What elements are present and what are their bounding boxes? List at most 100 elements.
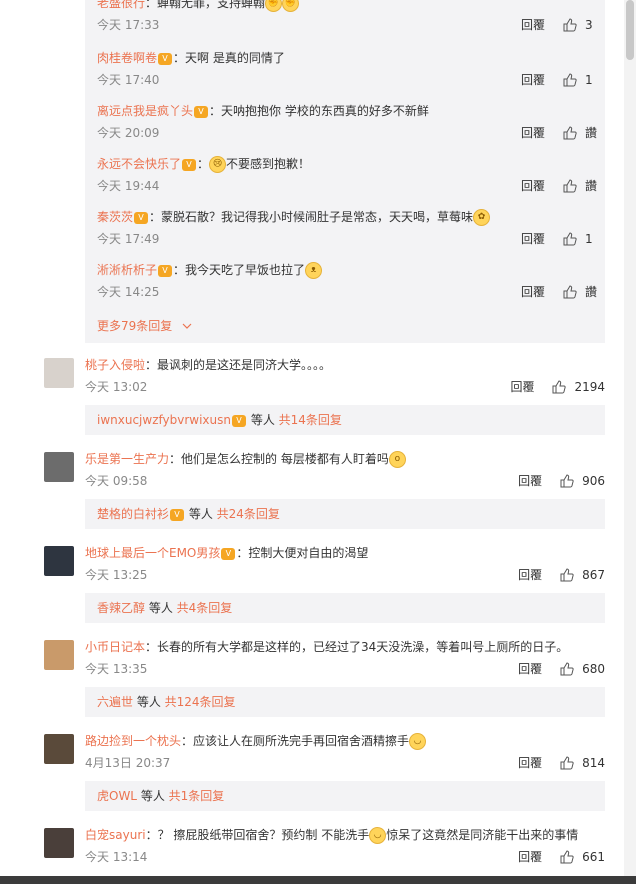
like-count: 讚 <box>584 285 597 299</box>
sub-reply-count[interactable]: 共24条回复 <box>217 507 280 521</box>
thumbs-up-icon[interactable] <box>563 126 577 140</box>
reply-time: 今天 20:09 <box>97 126 160 140</box>
thumbs-up-icon[interactable] <box>563 73 577 87</box>
strawberry-emoji-icon: ✿ <box>473 209 491 226</box>
like-count: 3 <box>585 18 593 32</box>
comment-author[interactable]: 白宠sayuri <box>85 828 146 842</box>
comment-text: ：控制大便对自由的渴望 <box>236 546 369 560</box>
reply-author[interactable]: 秦茨茨 <box>97 210 133 224</box>
like-count: 680 <box>582 662 605 676</box>
sub-reply-mid: 等人 <box>133 695 165 709</box>
avatar[interactable] <box>44 452 74 482</box>
thumbs-up-icon[interactable] <box>560 850 574 864</box>
reply-author[interactable]: 淅淅析析子 <box>97 263 157 277</box>
sub-reply-summary[interactable]: 楚格的白衬衫 V 等人 共24条回复 <box>85 499 605 529</box>
sub-reply-author[interactable]: iwnxucjwzfybvrwixusn <box>97 413 231 427</box>
reply-item: 离远点我是疯丫头 V ：天呐抱抱你 学校的东西真的好多不新鲜 今天 20:09 回覆… <box>97 102 597 142</box>
reply-button[interactable]: 回覆 <box>518 754 542 772</box>
thumbs-up-icon[interactable] <box>563 179 577 193</box>
comment-time: 今天 13:35 <box>85 662 148 676</box>
vip-badge-icon: V <box>221 547 236 560</box>
comment-text: ：他们是怎么控制的 每层楼都有人盯着吗 <box>169 452 389 466</box>
sub-reply-summary[interactable]: 香辣乙醇 等人 共4条回复 <box>85 593 605 623</box>
avatar[interactable] <box>44 734 74 764</box>
thumbs-up-icon[interactable] <box>560 662 574 676</box>
sub-reply-author[interactable]: 六遍世 <box>97 695 133 709</box>
comment-text: ：？ 擦屁股纸带回宿舍？预约制 不能洗手 <box>145 828 370 842</box>
thumbs-up-icon[interactable] <box>563 285 577 299</box>
reply-button[interactable]: 回覆 <box>521 230 545 248</box>
bottom-bar <box>0 876 636 884</box>
reply-text: 不要感到抱歉！ <box>226 157 311 171</box>
comment-author[interactable]: 地球上最后一个EMO男孩 <box>85 546 220 560</box>
vip-badge-icon: V <box>182 158 197 171</box>
vip-badge-icon: V <box>170 508 185 521</box>
sub-reply-count[interactable]: 共4条回复 <box>177 601 233 615</box>
reply-button[interactable]: 回覆 <box>521 177 545 195</box>
avatar[interactable] <box>44 546 74 576</box>
thumbs-up-icon[interactable] <box>560 474 574 488</box>
thumbs-up-icon[interactable] <box>560 756 574 770</box>
avatar[interactable] <box>44 828 74 858</box>
reply-time: 今天 14:25 <box>97 285 160 299</box>
reply-button[interactable]: 回覆 <box>518 848 542 866</box>
reply-button[interactable]: 回覆 <box>510 378 534 396</box>
reply-text: ：蒙脱石散？我记得我小时候闹肚子是常态，天天喝，草莓味 <box>149 210 474 224</box>
vip-badge-icon: V <box>232 414 246 427</box>
sub-reply-author[interactable]: 虎OWL <box>97 789 137 803</box>
reply-author[interactable]: 离远点我是疯丫头 <box>97 104 193 118</box>
sub-reply-summary[interactable]: 六遍世 等人 共124条回复 <box>85 687 605 717</box>
reply-author[interactable]: 肉桂卷啊卷 <box>97 51 157 65</box>
more-replies-label[interactable]: 更多79条回复 <box>97 319 172 333</box>
sub-reply-count[interactable]: 共1条回复 <box>169 789 225 803</box>
avatar[interactable] <box>44 358 74 388</box>
sub-reply-mid: 等人 <box>137 789 169 803</box>
reply-button[interactable]: 回覆 <box>521 124 545 142</box>
more-replies-link[interactable]: 更多79条回复 <box>97 317 597 335</box>
reply-time: 今天 17:40 <box>97 73 160 87</box>
reply-item: 秦茨茨 V ：蒙脱石散？我记得我小时候闹肚子是常态，天天喝，草莓味 ✿ 今天 17:4… <box>97 208 597 248</box>
reply-text: ：天啊 是真的同情了 <box>173 51 285 65</box>
smile-emoji-icon: ◡ <box>409 733 427 750</box>
reply-button[interactable]: 回覆 <box>521 71 545 89</box>
reply-button[interactable]: 回覆 <box>521 16 545 34</box>
thumbs-up-icon[interactable] <box>552 380 567 394</box>
thumbs-up-icon[interactable] <box>563 18 577 32</box>
reply-button[interactable]: 回覆 <box>521 283 545 301</box>
comment-author[interactable]: 小币日记本 <box>85 640 145 654</box>
reply-item: 永远不会快乐了 V： 😢 不要感到抱歉！ 今天 19:44 回覆 讚 <box>97 156 597 195</box>
comment-time: 4月13日 20:37 <box>85 756 171 770</box>
sub-reply-summary[interactable]: 虎OWL 等人 共1条回复 <box>85 781 605 811</box>
like-count: 讚 <box>584 179 597 193</box>
reply-button[interactable]: 回覆 <box>518 472 542 490</box>
sub-reply-count[interactable]: 共14条回复 <box>279 413 342 427</box>
comment-text: ：最讽刺的是这还是同济大学。。。。 <box>145 358 332 372</box>
emoji-icon: ✊ <box>265 0 283 12</box>
thumbs-up-icon[interactable] <box>563 232 577 246</box>
comment-author[interactable]: 桃子入侵啦 <box>85 358 145 372</box>
like-count: 867 <box>582 568 605 582</box>
thumbs-up-icon[interactable] <box>560 568 574 582</box>
comment-author[interactable]: 乐是第一生产力 <box>85 452 169 466</box>
crying-emoji-icon: 😢 <box>209 156 227 173</box>
surprised-emoji-icon: o <box>388 451 406 468</box>
comment-author[interactable]: 路边捡到一个枕头 <box>85 734 181 748</box>
chevron-down-icon[interactable] <box>182 322 192 330</box>
reply-author[interactable]: 永远不会快乐了 <box>97 157 181 171</box>
sub-reply-mid: 等人 <box>145 601 177 615</box>
comment-time: 今天 13:25 <box>85 568 148 582</box>
sub-reply-summary[interactable]: iwnxucjwzfybvrwixusn V 等人 共14条回复 <box>85 405 605 435</box>
scrollbar[interactable] <box>624 0 636 884</box>
sub-reply-count[interactable]: 共124条回复 <box>165 695 236 709</box>
avatar[interactable] <box>44 640 74 670</box>
reply-author[interactable]: 老盛很行 <box>97 0 145 10</box>
sub-reply-author[interactable]: 楚格的白衬衫 <box>97 507 169 521</box>
like-count: 814 <box>582 756 605 770</box>
sub-reply-author[interactable]: 香辣乙醇 <box>97 601 145 615</box>
cat-emoji-icon: ᴥ <box>305 262 323 279</box>
scrollbar-thumb[interactable] <box>626 0 634 60</box>
comment-time: 今天 13:14 <box>85 850 148 864</box>
reply-button[interactable]: 回覆 <box>518 660 542 678</box>
reply-button[interactable]: 回覆 <box>518 566 542 584</box>
comments-panel: 老盛很行：蝉翰无罪，支持蝉翰 ✊ ✊ 今天 17:33 回覆 3 肉桂卷啊卷 V ：天啊… <box>0 0 624 884</box>
